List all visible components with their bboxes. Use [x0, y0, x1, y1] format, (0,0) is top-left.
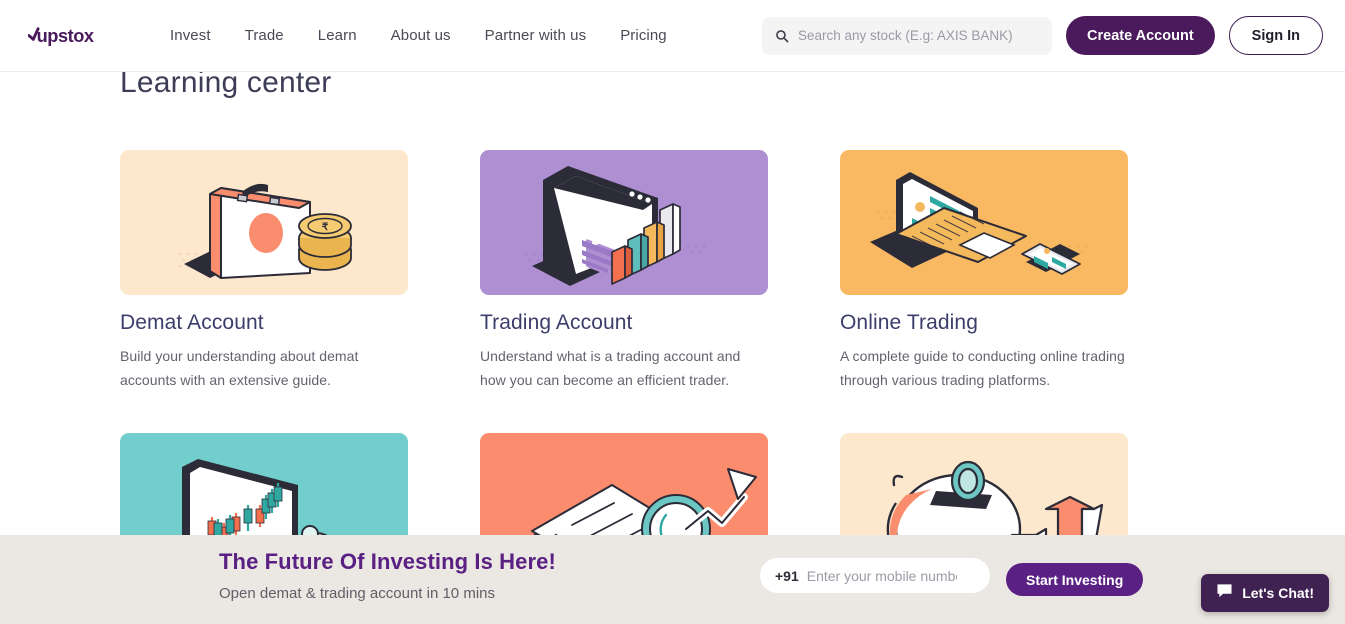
- card-art: [480, 150, 768, 295]
- sticky-signup-banner: The Future Of Investing Is Here! Open de…: [0, 535, 1345, 624]
- card-title: Online Trading: [840, 311, 978, 334]
- card-description: Understand what is a trading account and…: [480, 348, 741, 388]
- search-input[interactable]: [798, 28, 1029, 43]
- search-box[interactable]: [762, 16, 1053, 55]
- lets-chat-widget[interactable]: Let's Chat!: [1201, 574, 1329, 612]
- svg-text:upstox: upstox: [37, 25, 94, 46]
- country-code-label: +91: [775, 567, 799, 584]
- site-header: upstox Invest Trade Learn About us Partn…: [0, 0, 1345, 72]
- nav-item-trade[interactable]: Trade: [245, 27, 284, 44]
- sign-in-button[interactable]: Sign In: [1228, 16, 1323, 55]
- banner-text: The Future Of Investing Is Here! Open de…: [219, 549, 556, 602]
- main-navigation: Invest Trade Learn About us Partner with…: [170, 27, 667, 44]
- svg-text:₹: ₹: [322, 222, 329, 233]
- card-description: Build your understanding about demat acc…: [120, 348, 359, 388]
- browser-profile-chart-illustration: [480, 150, 768, 295]
- laptop-phone-illustration: [840, 150, 1128, 295]
- card-art: [840, 150, 1128, 295]
- upstox-logo[interactable]: upstox: [28, 21, 124, 51]
- learning-center-card-grid: ₹ Demat Account Build your understanding…: [120, 150, 1132, 594]
- chat-bubble-icon: [1216, 583, 1233, 603]
- page-title: Learning center: [120, 72, 332, 99]
- card-online-trading[interactable]: Online Trading A complete guide to condu…: [840, 150, 1128, 392]
- mobile-number-input[interactable]: [806, 567, 957, 584]
- card-demat-account[interactable]: ₹ Demat Account Build your understanding…: [120, 150, 408, 392]
- nav-item-invest[interactable]: Invest: [170, 27, 211, 44]
- nav-item-pricing[interactable]: Pricing: [620, 27, 667, 44]
- create-account-button[interactable]: Create Account: [1066, 16, 1215, 55]
- upstox-logo-icon: upstox: [28, 25, 94, 46]
- header-actions: Create Account Sign In: [762, 16, 1323, 55]
- briefcase-coins-illustration: ₹: [120, 150, 408, 295]
- card-art: ₹: [120, 150, 408, 295]
- nav-item-partner-with-us[interactable]: Partner with us: [485, 27, 587, 44]
- phone-number-field[interactable]: +91: [760, 558, 990, 593]
- start-investing-button[interactable]: Start Investing: [1006, 563, 1144, 596]
- search-icon: [775, 29, 789, 43]
- nav-item-learn[interactable]: Learn: [318, 27, 357, 44]
- nav-item-about-us[interactable]: About us: [391, 27, 451, 44]
- banner-subtitle: Open demat & trading account in 10 mins: [219, 585, 495, 602]
- card-description: A complete guide to conducting online tr…: [840, 348, 1125, 388]
- banner-title: The Future Of Investing Is Here!: [219, 549, 556, 574]
- chat-label: Let's Chat!: [1242, 585, 1314, 601]
- card-title: Demat Account: [120, 311, 264, 334]
- card-title: Trading Account: [480, 311, 633, 334]
- card-trading-account[interactable]: Trading Account Understand what is a tra…: [480, 150, 768, 392]
